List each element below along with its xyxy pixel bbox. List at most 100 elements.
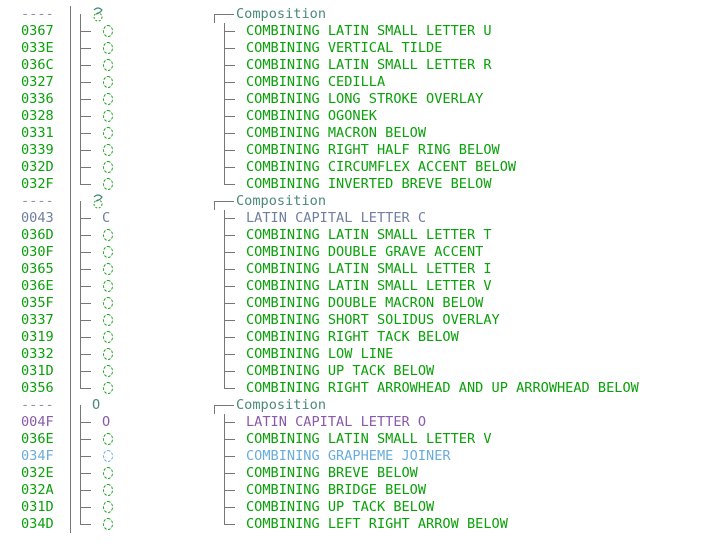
dotted-circle-icon bbox=[103, 127, 113, 139]
glyph-cell bbox=[88, 159, 124, 176]
tree-line bbox=[214, 201, 234, 202]
tree-line bbox=[224, 286, 235, 287]
codepoint-row[interactable]: 035F COMBINING DOUBLE MACRON BELOW bbox=[0, 295, 728, 312]
codepoint-row[interactable]: 036E COMBINING LATIN SMALL LETTER V bbox=[0, 431, 728, 448]
codepoint-row[interactable]: 036D COMBINING LATIN SMALL LETTER T bbox=[0, 227, 728, 244]
codepoint-row[interactable]: 034F COMBINING GRAPHEME JOINER bbox=[0, 448, 728, 465]
codepoint-code: 0319 bbox=[21, 329, 54, 345]
codepoint-row[interactable]: 032D COMBINING CIRCUMFLEX ACCENT BELOW bbox=[0, 159, 728, 176]
tree-line bbox=[224, 490, 235, 491]
tree-line bbox=[214, 405, 215, 414]
glyph-cell bbox=[88, 142, 124, 159]
glyph-cell bbox=[88, 363, 124, 380]
tree-line bbox=[70, 23, 71, 40]
codepoint-code: 0356 bbox=[21, 380, 54, 396]
codepoint-row[interactable]: 031D COMBINING UP TACK BELOW bbox=[0, 499, 728, 516]
tree-line bbox=[80, 201, 81, 210]
codepoint-row[interactable]: 031D COMBINING UP TACK BELOW bbox=[0, 363, 728, 380]
codepoint-row[interactable]: 0367 COMBINING LATIN SMALL LETTER U bbox=[0, 23, 728, 40]
codepoint-code: 031D bbox=[21, 499, 54, 515]
codepoint-row[interactable]: 0339 COMBINING RIGHT HALF RING BELOW bbox=[0, 142, 728, 159]
tree-line bbox=[224, 65, 235, 66]
codepoint-row[interactable]: 030F COMBINING DOUBLE GRAVE ACCENT bbox=[0, 244, 728, 261]
codepoint-row[interactable]: 032A COMBINING BRIDGE BELOW bbox=[0, 482, 728, 499]
dotted-circle-icon bbox=[103, 25, 113, 37]
codepoint-code: 0328 bbox=[21, 108, 54, 124]
codepoint-row[interactable]: 033E COMBINING VERTICAL TILDE bbox=[0, 40, 728, 57]
codepoint-row[interactable]: 0319 COMBINING RIGHT TACK BELOW bbox=[0, 329, 728, 346]
glyph-cell bbox=[88, 295, 124, 312]
codepoint-name: COMBINING BREVE BELOW bbox=[246, 465, 418, 481]
tree-line bbox=[70, 363, 71, 380]
codepoint-row[interactable]: 0331 COMBINING MACRON BELOW bbox=[0, 125, 728, 142]
tree-line bbox=[224, 456, 235, 457]
codepoint-row[interactable]: 036C COMBINING LATIN SMALL LETTER R bbox=[0, 57, 728, 74]
codepoint-code: 004F bbox=[21, 414, 54, 430]
codepoint-row[interactable]: 0365 COMBINING LATIN SMALL LETTER I bbox=[0, 261, 728, 278]
dotted-circle-icon bbox=[103, 484, 113, 496]
dotted-circle-icon bbox=[103, 331, 113, 343]
codepoint-row[interactable]: 0043 C LATIN CAPITAL LETTER C bbox=[0, 210, 728, 227]
glyph-cell bbox=[88, 40, 124, 57]
codepoint-row[interactable]: 032F COMBINING INVERTED BREVE BELOW bbox=[0, 176, 728, 193]
group-code: ---- bbox=[21, 397, 54, 413]
glyph-cell: C bbox=[88, 210, 124, 227]
tree-line bbox=[70, 142, 71, 159]
codepoint-row[interactable]: 0336 COMBINING LONG STROKE OVERLAY bbox=[0, 91, 728, 108]
glyph-cell bbox=[88, 448, 124, 465]
tree-line bbox=[224, 439, 235, 440]
group-header-row[interactable]: ---- Composition bbox=[0, 193, 728, 210]
group-code: ---- bbox=[21, 6, 54, 22]
glyph-cell bbox=[88, 380, 124, 397]
codepoint-row[interactable]: 032E COMBINING BREVE BELOW bbox=[0, 465, 728, 482]
glyph-cell bbox=[88, 91, 124, 108]
codepoint-row[interactable]: 0332 COMBINING LOW LINE bbox=[0, 346, 728, 363]
group-code: ---- bbox=[21, 193, 54, 209]
codepoint-code: 0337 bbox=[21, 312, 54, 328]
codepoint-row[interactable]: 0327 COMBINING CEDILLA bbox=[0, 74, 728, 91]
tree-line bbox=[70, 159, 71, 176]
codepoint-row[interactable]: 004F O LATIN CAPITAL LETTER O bbox=[0, 414, 728, 431]
tree-line bbox=[224, 473, 235, 474]
codepoint-code: 036D bbox=[21, 227, 54, 243]
tree-line bbox=[70, 414, 71, 431]
codepoint-row[interactable]: 0328 COMBINING OGONEK bbox=[0, 108, 728, 125]
codepoint-name: COMBINING DOUBLE MACRON BELOW bbox=[246, 295, 484, 311]
glyph-cell bbox=[88, 346, 124, 363]
codepoint-code: 0365 bbox=[21, 261, 54, 277]
codepoint-row[interactable]: 036E COMBINING LATIN SMALL LETTER V bbox=[0, 278, 728, 295]
codepoint-row[interactable]: 0337 COMBINING SHORT SOLIDUS OVERLAY bbox=[0, 312, 728, 329]
codepoint-code: 033E bbox=[21, 40, 54, 56]
glyph-cell bbox=[88, 176, 124, 193]
group-header-row[interactable]: ---- Composition bbox=[0, 6, 728, 23]
dotted-circle-icon bbox=[103, 467, 113, 479]
codepoint-code: 036C bbox=[21, 57, 54, 73]
tree-line bbox=[70, 516, 71, 533]
codepoint-code: 032D bbox=[21, 159, 54, 175]
codepoint-name: COMBINING LATIN SMALL LETTER T bbox=[246, 227, 492, 243]
tree-line bbox=[224, 524, 235, 525]
tree-line bbox=[70, 295, 71, 312]
tree-line bbox=[70, 193, 71, 210]
dotted-circle-icon bbox=[103, 93, 113, 105]
codepoint-name: COMBINING UP TACK BELOW bbox=[246, 499, 435, 515]
dotted-circle-icon bbox=[103, 161, 113, 173]
codepoint-row[interactable]: 034D COMBINING LEFT RIGHT ARROW BELOW bbox=[0, 516, 728, 533]
group-header-row[interactable]: ---- O Composition bbox=[0, 397, 728, 414]
codepoint-name: COMBINING LOW LINE bbox=[246, 346, 394, 362]
codepoint-name: COMBINING RIGHT HALF RING BELOW bbox=[246, 142, 500, 158]
tree-line bbox=[224, 269, 235, 270]
tree-line bbox=[224, 252, 235, 253]
tree-line bbox=[70, 244, 71, 261]
dotted-circle-icon bbox=[103, 110, 113, 122]
base-glyph: O bbox=[102, 414, 111, 430]
codepoint-name: COMBINING GRAPHEME JOINER bbox=[246, 448, 451, 464]
glyph-cell bbox=[88, 244, 124, 261]
codepoint-name: COMBINING BRIDGE BELOW bbox=[246, 482, 427, 498]
tree-line bbox=[224, 507, 235, 508]
glyph-cell bbox=[88, 57, 124, 74]
tree-line bbox=[80, 14, 81, 23]
tree-line bbox=[224, 133, 235, 134]
glyph-cell bbox=[88, 261, 124, 278]
codepoint-row[interactable]: 0356 COMBINING RIGHT ARROWHEAD AND UP ARR… bbox=[0, 380, 728, 397]
